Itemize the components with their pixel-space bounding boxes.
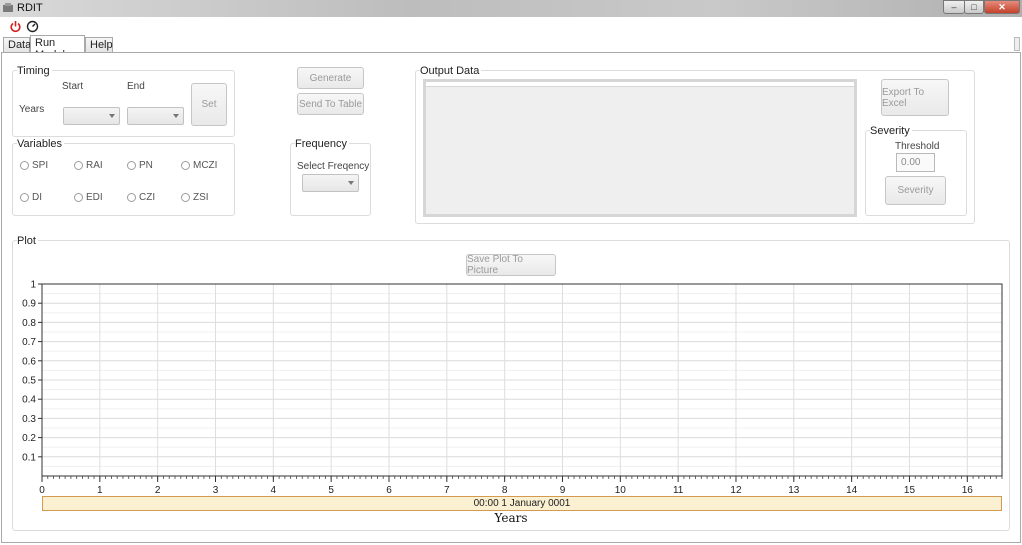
y-tick-label: 0.7 (22, 337, 36, 348)
x-tick-label: 9 (560, 485, 566, 496)
x-tick-label: 10 (615, 485, 627, 496)
x-tick-label: 7 (444, 485, 450, 496)
x-tick-label: 1 (97, 485, 103, 496)
x-tick-label: 0 (39, 485, 45, 496)
y-tick-label: 0.3 (22, 414, 36, 425)
x-tick-label: 16 (962, 485, 974, 496)
x-tick-label: 5 (328, 485, 334, 496)
x-axis-title: Years (494, 511, 528, 525)
x-tick-label: 15 (904, 485, 916, 496)
y-tick-label: 0.8 (22, 318, 36, 329)
x-tick-label: 2 (155, 485, 161, 496)
x-tick-label: 6 (386, 485, 392, 496)
time-scrubber[interactable]: 00:00 1 January 0001 (42, 496, 1002, 511)
y-tick-label: 0.9 (22, 299, 36, 310)
y-tick-label: 0.4 (22, 395, 36, 406)
chart-grid (41, 283, 1002, 476)
x-tick-label: 3 (213, 485, 219, 496)
plot-chart: 0.10.20.30.40.50.60.70.80.910 1 2 3 4 5 6 7 8 9 10… (22, 280, 1003, 496)
chart-ticks: 0.10.20.30.40.50.60.70.80.910 1 2 3 4 5 6 7 8 9 10… (22, 280, 1003, 496)
y-tick-label: 0.1 (22, 452, 36, 463)
x-tick-label: 8 (502, 485, 508, 496)
x-tick-label: 4 (271, 485, 277, 496)
x-tick-label: 12 (730, 485, 742, 496)
x-tick-label: 13 (788, 485, 800, 496)
y-tick-label: 0.5 (22, 376, 36, 387)
y-tick-label: 1 (30, 280, 36, 291)
x-tick-label: 14 (846, 485, 858, 496)
y-tick-label: 0.2 (22, 433, 36, 444)
x-tick-label: 11 (673, 485, 684, 496)
y-tick-label: 0.6 (22, 356, 36, 367)
